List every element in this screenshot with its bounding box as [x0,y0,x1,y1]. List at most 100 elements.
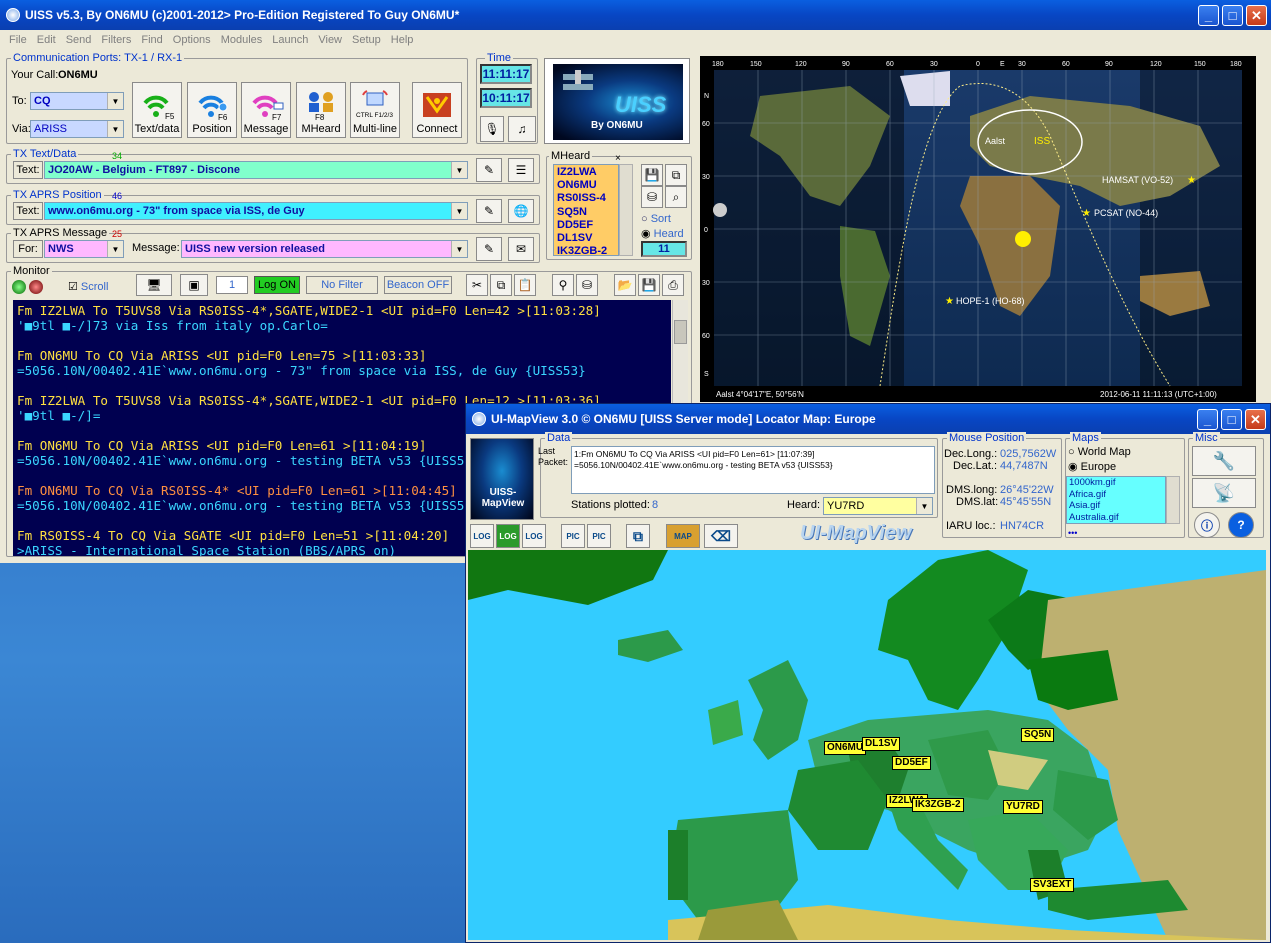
chevron-down-icon[interactable]: ▼ [451,162,467,178]
heard-radio[interactable]: ◉ Heard [641,227,684,240]
globe-button[interactable]: 🌐 [508,199,534,223]
last-packet-box[interactable]: 1:Fm ON6MU To CQ Via ARISS <UI pid=F0 Le… [571,446,935,494]
world-map[interactable]: ISS Aalst HAMSAT (VO-52) ★ PCSAT (NO-44)… [700,56,1256,402]
station-label[interactable]: IK3ZGB-2 [912,798,964,812]
chevron-down-icon[interactable]: ▼ [451,203,467,219]
log-tool-1[interactable]: LOG [470,524,494,548]
menu-view[interactable]: View [313,34,347,46]
edit-text-button[interactable]: ✎ [476,158,502,182]
list-item[interactable]: IK3ZGB-2 [557,245,615,258]
mapview-minimize-button[interactable]: _ [1197,409,1218,430]
text-list-button[interactable]: ☰ [508,158,534,182]
chevron-down-icon[interactable]: ▼ [107,241,123,257]
map-open-tool[interactable]: MAP [666,524,700,548]
scroll-checkbox[interactable]: ☑ Scroll [68,280,108,293]
eraser-tool[interactable]: ⌫ [704,524,738,548]
page-number[interactable]: 1 [216,276,248,294]
copy-mheard-button[interactable]: ⧉ [665,164,687,186]
save-mheard-button[interactable]: 💾 [641,164,663,186]
mapview-maximize-button[interactable]: □ [1221,409,1242,430]
log-tool-2[interactable]: LOG [496,524,520,548]
beacon-button[interactable]: Beacon OFF [384,276,452,294]
menu-filters[interactable]: Filters [96,34,136,46]
list-item[interactable]: 1000km.gif [1069,477,1163,489]
pic-tool-1[interactable]: PIC [561,524,585,548]
menu-options[interactable]: Options [168,34,216,46]
chevron-down-icon[interactable]: ▼ [107,121,123,137]
station-label[interactable]: ON6MU [824,741,867,755]
map-file-list[interactable]: 1000km.gif Africa.gif Asia.gif Australia… [1066,476,1166,524]
list-item[interactable]: RS0ISS-4 [557,192,615,205]
cut-button[interactable]: ✂ [466,274,488,296]
sort-radio[interactable]: ○ Sort [641,213,671,225]
find-mheard-button[interactable]: ⌕ [665,186,687,208]
save-button[interactable]: 💾 [638,274,660,296]
find-button[interactable]: ⚲ [552,274,574,296]
maximize-button[interactable]: □ [1222,5,1243,26]
minimize-button[interactable]: _ [1198,5,1219,26]
scrollbar-thumb[interactable] [674,320,687,344]
edit-msg-button[interactable]: ✎ [476,237,502,261]
more-maps[interactable]: ••• [1068,528,1077,538]
list-item[interactable]: Asia.gif [1069,500,1163,512]
open-button[interactable]: 📂 [614,274,636,296]
menu-modules[interactable]: Modules [216,34,268,46]
info-button[interactable]: ⓘ [1194,512,1220,538]
menu-launch[interactable]: Launch [267,34,313,46]
message-button[interactable]: F7 Message [241,82,291,138]
multiline-button[interactable]: CTRL F1/2/3 Multi-line [350,82,400,138]
to-select[interactable]: CQ ▼ [30,92,124,110]
tx-text-input[interactable]: JO20AW - Belgium - FT897 - Discone ▼ [44,161,468,179]
mail-button[interactable]: ✉ [508,237,534,261]
msg-for-select[interactable]: NWS ▼ [44,240,124,258]
close-button[interactable]: ✕ [1246,5,1267,26]
europe-radio[interactable]: ◉ Europe [1068,460,1116,473]
chevron-down-icon[interactable]: ▼ [451,241,467,257]
list-item[interactable]: DL1SV [557,232,615,245]
list-item[interactable]: SQ5N [557,206,615,219]
log-on-button[interactable]: Log ON [254,276,300,294]
station-label[interactable]: DD5EF [892,756,931,770]
connect-button[interactable]: Connect [412,82,462,138]
pic-tool-2[interactable]: PIC [587,524,611,548]
list-item[interactable]: Africa.gif [1069,489,1163,501]
list-item[interactable]: DD5EF [557,219,615,232]
clear-button[interactable]: ⛁ [576,274,598,296]
menu-help[interactable]: Help [386,34,419,46]
menu-edit[interactable]: Edit [32,34,61,46]
db-mheard-button[interactable]: ⛁ [641,186,663,208]
log-tool-3[interactable]: LOG [522,524,546,548]
map-view-button[interactable]: ▣ [180,274,208,296]
tools-button[interactable]: 🔧 [1192,446,1256,476]
mheard-button[interactable]: F8 MHeard [296,82,346,138]
text-data-button[interactable]: F5 Text/data [132,82,182,138]
monitor-view-button[interactable]: 🖥 [136,274,172,296]
via-select[interactable]: ARISS ▼ [30,120,124,138]
msg-input[interactable]: UISS new version released ▼ [181,240,468,258]
station-label[interactable]: SQ5N [1021,728,1055,742]
map-file-scrollbar[interactable] [1166,476,1180,524]
copy-button[interactable]: ⧉ [490,274,512,296]
menu-file[interactable]: File [4,34,32,46]
chevron-down-icon[interactable]: ▼ [916,498,932,514]
list-item[interactable]: ON6MU [557,179,615,192]
mheard-scrollbar[interactable] [619,164,633,256]
menu-setup[interactable]: Setup [347,34,386,46]
menu-send[interactable]: Send [61,34,97,46]
europe-map[interactable]: ON6MU DL1SV DD5EF SQ5N IZ2LWA IK3ZGB-2 Y… [468,550,1266,940]
dish-button[interactable]: 📡 [1192,478,1256,508]
filter-button[interactable]: No Filter [306,276,378,294]
station-label[interactable]: SV3EXT [1030,878,1075,892]
mheard-list[interactable]: IZ2LWA ON6MU RS0ISS-4 SQ5N DD5EF DL1SV I… [553,164,619,258]
list-item[interactable]: Australia.gif [1069,512,1163,524]
mheard-close[interactable]: × [615,153,621,164]
tx-pos-input[interactable]: www.on6mu.org - 73" from space via ISS, … [44,202,468,220]
edit-pos-button[interactable]: ✎ [476,199,502,223]
mapview-close-button[interactable]: ✕ [1245,409,1266,430]
print-button[interactable]: ⎙ [662,274,684,296]
menu-find[interactable]: Find [136,34,167,46]
audio-button[interactable]: ♫ [508,116,536,142]
paste-button[interactable]: 📋 [514,274,536,296]
microphone-button[interactable]: 🎙 [480,116,504,142]
position-button[interactable]: F6 Position [187,82,237,138]
